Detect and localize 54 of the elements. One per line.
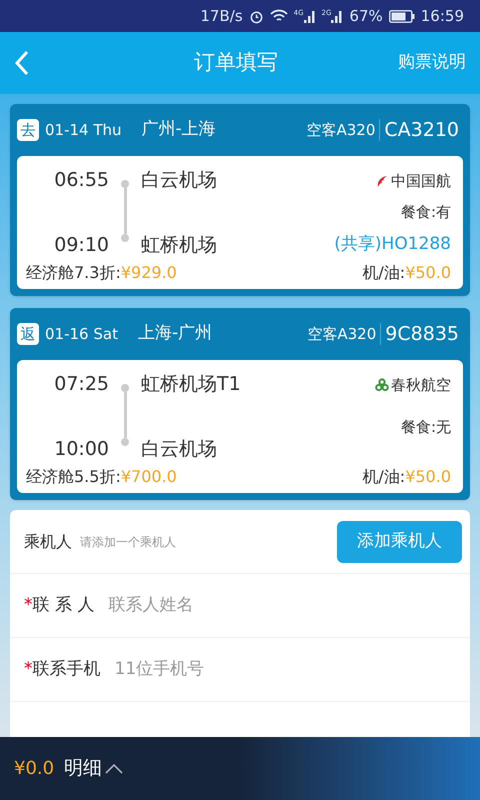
ticket-info-link[interactable]: 购票说明 bbox=[398, 50, 466, 76]
flight-number: CA3210 bbox=[384, 118, 459, 143]
clock-time: 16:59 bbox=[420, 6, 464, 27]
meal-info: 餐食:有 bbox=[400, 202, 451, 223]
arrival-airport: 白云机场 bbox=[141, 436, 218, 462]
departure-airport: 白云机场 bbox=[141, 168, 217, 193]
cabin-price: 经济舱7.3折:¥929.0 bbox=[26, 262, 177, 284]
tax-price: 机/油:¥50.0 bbox=[362, 262, 451, 284]
input-field[interactable]: 11位手机号 bbox=[114, 656, 374, 682]
departure-time: 06:55 bbox=[54, 168, 109, 193]
cabin-price: 经济舱5.5折:¥700.0 bbox=[26, 466, 177, 488]
departure-airport: 虹桥机场T1 bbox=[141, 372, 241, 397]
total-price: ¥0.0 bbox=[14, 757, 54, 781]
passenger-hint: 请添加一个乘机人 bbox=[80, 534, 176, 550]
field-label: 联 系 人 bbox=[32, 594, 94, 617]
meal-info: 餐食:无 bbox=[400, 416, 451, 438]
details-toggle[interactable]: 明细 bbox=[64, 754, 124, 783]
alarm-icon bbox=[248, 8, 264, 24]
signal-icon bbox=[331, 10, 344, 22]
flight-route: 广州-上海 bbox=[142, 118, 216, 142]
trip-tag: 返 bbox=[17, 323, 39, 345]
flight-date: 01-16 Sat bbox=[45, 324, 118, 345]
network-speed: 17B/s bbox=[200, 6, 243, 27]
field-label: 联系手机 bbox=[32, 658, 100, 681]
passenger-label: 乘机人 bbox=[24, 530, 72, 552]
flight-date: 01-14 Thu bbox=[45, 120, 122, 141]
airline-name: 春秋航空 bbox=[391, 375, 451, 396]
arrival-time: 10:00 bbox=[54, 436, 109, 462]
page-title: 订单填写 bbox=[193, 49, 279, 76]
tax-price: 机/油:¥50.0 bbox=[362, 466, 451, 488]
aircraft-type: 空客A320 bbox=[307, 322, 382, 346]
trip-tag: 去 bbox=[17, 119, 39, 141]
arrival-time: 09:10 bbox=[54, 232, 109, 258]
arrival-airport: 虹桥机场 bbox=[141, 232, 217, 258]
clover-logo-icon bbox=[375, 378, 389, 392]
phoenix-logo-icon bbox=[375, 174, 389, 188]
departure-time: 07:25 bbox=[54, 372, 109, 397]
required-mark: * bbox=[24, 658, 32, 681]
caret-up-icon bbox=[104, 762, 124, 774]
battery-icon bbox=[388, 10, 415, 22]
signal-icon bbox=[304, 10, 316, 22]
codeshare-flight: (共享)HO1288 bbox=[334, 232, 451, 256]
airline-name: 中国国航 bbox=[391, 171, 451, 192]
input-field[interactable]: 联系人姓名 bbox=[108, 592, 368, 618]
required-mark: * bbox=[24, 594, 32, 617]
flight-number: 9C8835 bbox=[385, 322, 459, 347]
wifi-icon bbox=[270, 9, 288, 23]
back-chevron-icon bbox=[14, 50, 30, 76]
timeline-line bbox=[121, 180, 129, 242]
aircraft-type: 空客A320 bbox=[306, 118, 380, 142]
battery-percent: 67% bbox=[349, 6, 383, 27]
timeline-line bbox=[121, 384, 129, 446]
flight-route: 上海-广州 bbox=[138, 322, 212, 346]
add-passenger-button[interactable]: 添加乘机人 bbox=[337, 520, 462, 562]
